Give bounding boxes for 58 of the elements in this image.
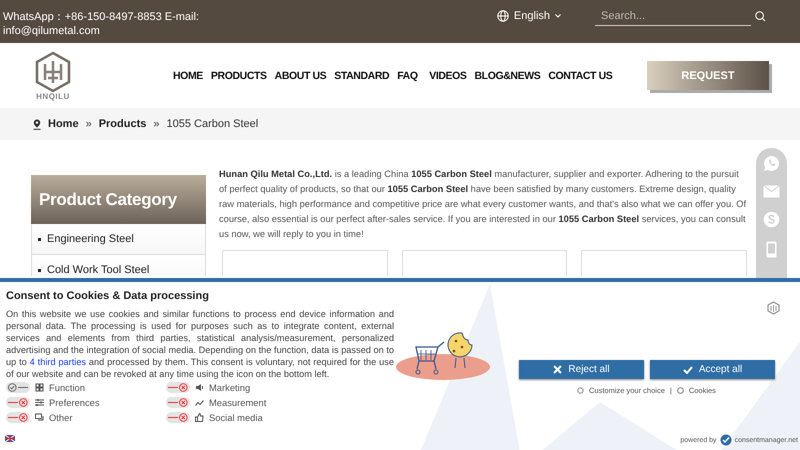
check-icon	[682, 366, 693, 374]
toggle-switch[interactable]	[6, 382, 30, 393]
breadcrumb-current: 1055 Carbon Steel	[166, 118, 258, 130]
toggle-switch[interactable]	[6, 412, 30, 423]
breadcrumb-separator: »	[86, 118, 92, 130]
search-icon[interactable]	[755, 10, 766, 22]
contact-info: WhatsApp：+86-150-8497-8853 E-mail: info@qilumetal.com	[2, 10, 200, 39]
cookie-icon	[676, 387, 684, 394]
breadcrumb-link[interactable]: Home	[48, 118, 79, 130]
toggle-label: Function	[49, 382, 85, 393]
intro-paragraph: Hunan Qilu Metal Co.,Ltd. is a leading China 1055 Carbon Steel manufacturer, supplier and exporter. Adhering to the pursuit of perfect quality of products, so that our 1055 Carbon Steel have been satisfied by many customers. Extreme design, quality raw materials, high performance and competitive price are what every customer wants, and that's also what we can offer you. Of course, also essential is our perfect after-sales service. If you are interested in our 1055 Carbon Steel services, you can consult us now, we will reply to you in time!	[219, 168, 747, 241]
nav-link[interactable]: CONTACT US	[548, 70, 612, 82]
category-item[interactable]: Cold Work Tool Steel	[31, 255, 206, 276]
bullet-icon	[38, 238, 41, 240]
nav-link[interactable]: STANDARD	[334, 70, 390, 82]
search-field[interactable]: Search...	[595, 6, 751, 26]
toggle-switch[interactable]	[6, 397, 30, 408]
company-logo-icon	[767, 301, 780, 316]
thumbs-up-icon	[195, 413, 204, 422]
trend-line-icon	[195, 398, 204, 407]
toggle-switch[interactable]	[166, 382, 190, 393]
check-badge-icon	[720, 434, 732, 446]
logo-text: HNQILU	[36, 92, 70, 100]
reject-all-button[interactable]: Reject all	[519, 360, 644, 379]
category-item[interactable]: Engineering Steel	[31, 224, 206, 255]
toggle-label: Measurement	[209, 397, 266, 408]
category-title: Product Category	[31, 175, 206, 224]
nav-link[interactable]: VIDEOS	[429, 70, 466, 82]
consent-title: Consent to Cookies & Data processing	[6, 290, 210, 302]
breadcrumb-separator: »	[153, 118, 160, 130]
consent-description: On this website we use cookies and similar functions to process end device information and personal data. The processing is used for purposes such as to integrate content, external services and elements from third parties, statistical analysis/measurement, personalized advertising and the integration of social media. Depending on the function, data is passed on to up to 4 third parties and processed by them. This consent is voluntary, not required for the use of our website and can be revoked at any time using the icon on the bottom left.	[6, 308, 394, 380]
location-pin-icon	[33, 118, 41, 130]
nav-link[interactable]: FAQ	[397, 70, 422, 82]
megaphone-icon	[195, 383, 204, 392]
category-label: Cold Work Tool Steel	[47, 264, 150, 276]
third-parties-link[interactable]: 4 third parties	[30, 357, 86, 367]
nav-link[interactable]: BLOG&NEWS	[474, 70, 540, 82]
language-flag-icon[interactable]	[5, 435, 15, 442]
bullet-icon	[38, 268, 41, 272]
toggle-label: Preferences	[49, 397, 100, 408]
chat-icon	[35, 413, 44, 422]
toggle-label: Marketing	[209, 382, 250, 393]
toggle-label: Other	[49, 412, 72, 423]
language-selector[interactable]: English	[514, 10, 550, 22]
close-icon	[553, 365, 562, 374]
accept-all-button[interactable]: Accept all	[650, 360, 775, 379]
toggle-switch[interactable]	[166, 412, 190, 423]
sliders-icon	[35, 398, 44, 407]
logo-icon[interactable]	[34, 50, 72, 92]
nav-link[interactable]: PRODUCTS	[210, 70, 267, 82]
nav-link[interactable]: ABOUT US	[274, 70, 326, 82]
toggle-switch[interactable]	[166, 397, 190, 408]
category-label: Engineering Steel	[47, 233, 134, 245]
toggle-label: Social media	[209, 412, 263, 423]
nav-link[interactable]: HOME	[173, 70, 203, 82]
globe-icon	[496, 10, 509, 22]
breadcrumb-link[interactable]: Products	[98, 118, 146, 130]
chevron-down-icon	[555, 14, 561, 18]
